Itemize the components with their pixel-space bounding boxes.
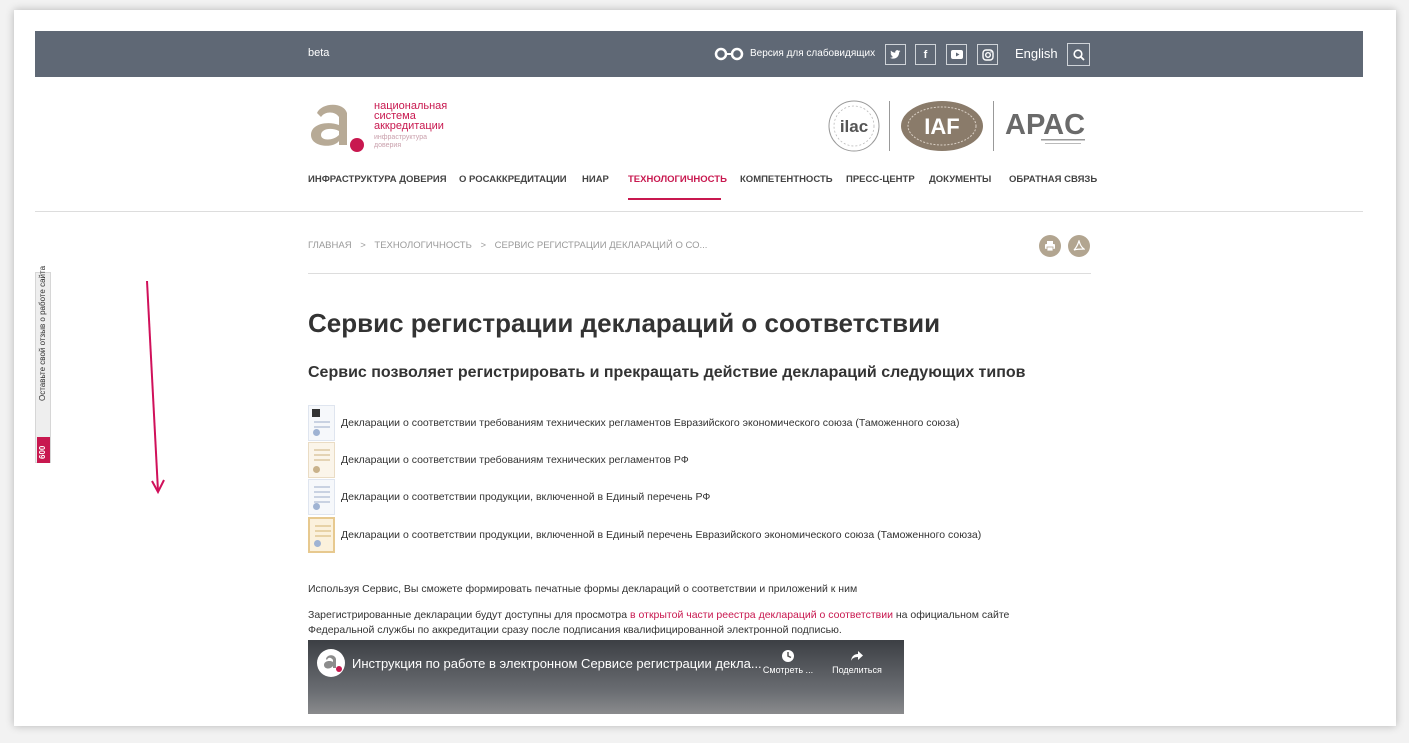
- low-vision-link[interactable]: Версия для слабовидящих: [750, 48, 875, 59]
- breadcrumb-divider: [308, 273, 1091, 274]
- page-subtitle: Сервис позволяет регистрировать и прекра…: [308, 364, 1026, 381]
- video-title[interactable]: Инструкция по работе в электронном Серви…: [352, 656, 762, 671]
- search-icon[interactable]: [1067, 43, 1090, 66]
- glasses-icon[interactable]: [713, 47, 745, 61]
- declaration-label[interactable]: Декларации о соответствии продукции, вкл…: [341, 491, 710, 503]
- breadcrumb-section[interactable]: ТЕХНОЛОГИЧНОСТЬ: [374, 240, 471, 251]
- partner-divider: [993, 101, 994, 151]
- page-title: Сервис регистрации деклараций о соответс…: [308, 308, 941, 338]
- service-paragraph: Используя Сервис, Вы сможете формировать…: [308, 583, 858, 595]
- nav-item-about[interactable]: О РОСАККРЕДИТАЦИИ: [459, 174, 567, 185]
- nav-item-competence[interactable]: КОМПЕТЕНТНОСТЬ: [740, 174, 833, 185]
- beta-label: beta: [308, 47, 330, 59]
- language-switch[interactable]: English: [1015, 46, 1058, 61]
- print-icon[interactable]: [1039, 235, 1061, 257]
- iaf-logo[interactable]: IAF: [899, 99, 985, 153]
- paragraph-text: Федеральной службы по аккредитации сразу…: [308, 624, 842, 636]
- rf-declaration-icon: [308, 442, 335, 478]
- logo-title: национальная система аккредитации: [374, 101, 447, 132]
- list-item[interactable]: Декларации о соответствии продукции, вкл…: [308, 517, 1108, 553]
- registry-paragraph: Зарегистрированные декларации будут дост…: [308, 608, 1009, 638]
- nav-item-feedback[interactable]: ОБРАТНАЯ СВЯЗЬ: [1009, 174, 1097, 185]
- nav-item-niar[interactable]: НИАР: [582, 174, 609, 185]
- breadcrumb-separator: >: [360, 240, 366, 251]
- nav-item-press[interactable]: ПРЕСС-ЦЕНТР: [846, 174, 915, 185]
- twitter-icon[interactable]: [885, 44, 906, 65]
- feedback-tab[interactable]: Оставьте свой отзыв о работе сайта 600: [35, 266, 51, 463]
- watch-later-button[interactable]: Смотреть ...: [758, 649, 818, 675]
- browser-frame: beta Версия для слабовидящих f English н…: [14, 10, 1396, 726]
- accreditation-logo-icon[interactable]: [307, 99, 367, 155]
- breadcrumb-separator: >: [480, 240, 487, 251]
- logo-line: аккредитации: [374, 120, 444, 132]
- eaeu-declaration-icon: [308, 405, 335, 441]
- paragraph-text: Зарегистрированные декларации будут дост…: [308, 609, 631, 621]
- logo-subtitle: инфраструктура доверия: [374, 134, 427, 150]
- list-item[interactable]: Декларации о соответствии требованиям те…: [308, 442, 1108, 478]
- iaf-text: IAF: [924, 114, 959, 139]
- nav-item-infrastructure[interactable]: ИНФРАСТРУКТУРА ДОВЕРИЯ: [308, 174, 447, 185]
- declaration-label[interactable]: Декларации о соответствии требованиям те…: [341, 454, 689, 466]
- nav-active-indicator: [628, 198, 721, 200]
- partner-divider: [889, 101, 890, 151]
- feedback-count: 600: [38, 445, 47, 459]
- ilac-text: ilac: [840, 117, 868, 136]
- header-divider: [35, 211, 1363, 212]
- paragraph-text: на официальном сайте: [892, 609, 1010, 621]
- share-icon: [851, 651, 863, 661]
- video-player[interactable]: Инструкция по работе в электронном Серви…: [308, 640, 904, 714]
- rf-list-declaration-icon: [308, 479, 335, 515]
- share-button[interactable]: Поделиться: [827, 649, 887, 675]
- channel-logo-icon[interactable]: [317, 649, 345, 677]
- apac-logo[interactable]: APAC: [1003, 107, 1093, 147]
- logo-sub-line: доверия: [374, 142, 402, 149]
- list-item[interactable]: Декларации о соответствии требованиям те…: [308, 405, 1108, 441]
- list-item[interactable]: Декларации о соответствии продукции, вкл…: [308, 479, 1108, 515]
- watch-later-label: Смотреть ...: [762, 665, 814, 675]
- top-bar: beta Версия для слабовидящих f English: [35, 31, 1363, 77]
- annotation-arrow-icon: [146, 280, 165, 495]
- pdf-icon[interactable]: [1068, 235, 1090, 257]
- share-label: Поделиться: [832, 665, 882, 675]
- page-viewport: beta Версия для слабовидящих f English н…: [35, 31, 1363, 714]
- declaration-label[interactable]: Декларации о соответствии продукции, вкл…: [341, 529, 981, 541]
- nav-item-technology[interactable]: ТЕХНОЛОГИЧНОСТЬ: [628, 174, 727, 185]
- feedback-label[interactable]: Оставьте свой отзыв о работе сайта: [38, 266, 47, 401]
- instagram-icon[interactable]: [977, 44, 998, 65]
- registry-link[interactable]: в открытой части реестра деклараций о со…: [630, 609, 893, 621]
- clock-icon: [782, 650, 794, 662]
- eac-mark: [312, 409, 320, 417]
- apac-text: APAC: [1005, 109, 1085, 141]
- feedback-count-badge: 600: [37, 437, 50, 463]
- logo-sub-line: инфраструктура: [374, 134, 427, 141]
- breadcrumb-home[interactable]: ГЛАВНАЯ: [308, 240, 352, 251]
- ilac-logo[interactable]: ilac: [827, 99, 881, 153]
- breadcrumb-current: СЕРВИС РЕГИСТРАЦИИ ДЕКЛАРАЦИЙ О СО...: [494, 240, 708, 251]
- declaration-label[interactable]: Декларации о соответствии требованиям те…: [341, 417, 960, 429]
- breadcrumb: ГЛАВНАЯ > ТЕХНОЛОГИЧНОСТЬ > СЕРВИС РЕГИС…: [308, 240, 713, 251]
- eaeu-list-declaration-icon: [308, 517, 335, 553]
- facebook-icon[interactable]: f: [915, 44, 936, 65]
- nav-item-documents[interactable]: ДОКУМЕНТЫ: [929, 174, 991, 185]
- youtube-icon[interactable]: [946, 44, 967, 65]
